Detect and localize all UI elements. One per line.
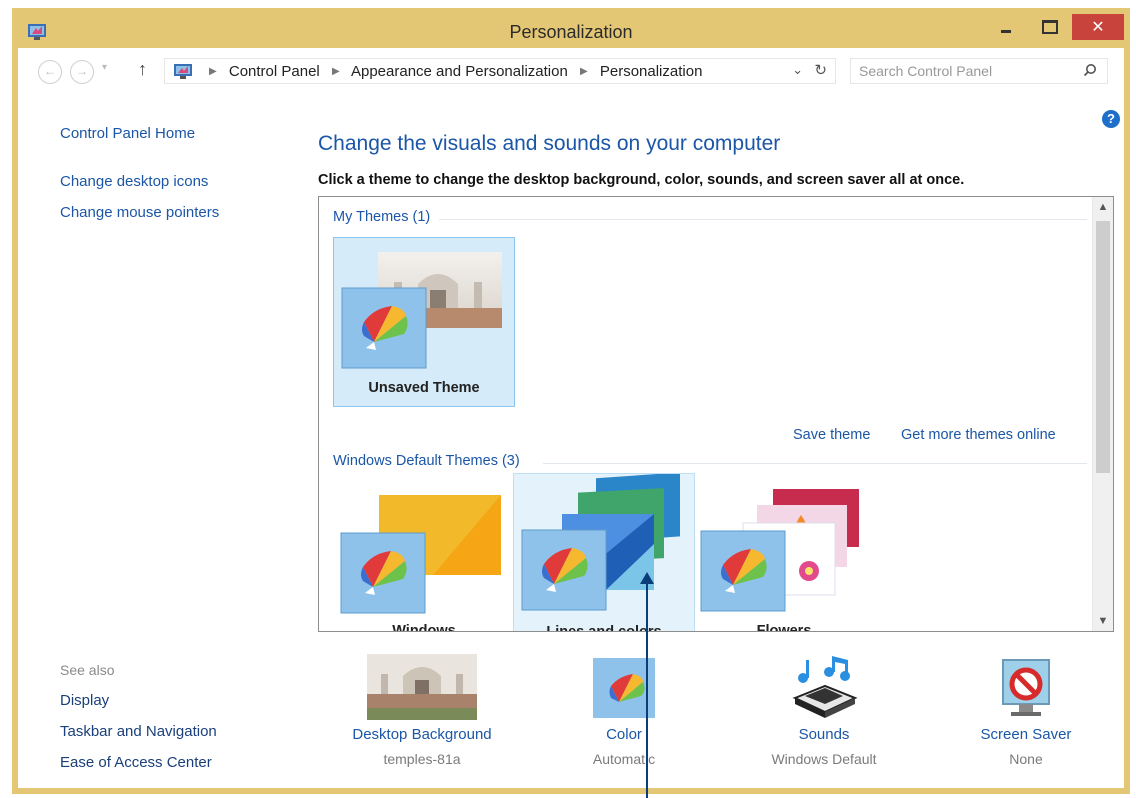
- get-more-themes-link[interactable]: Get more themes online: [901, 427, 1056, 443]
- chevron-down-icon: ⌄: [792, 62, 803, 77]
- close-icon: ✕: [1091, 19, 1105, 36]
- scroll-thumb[interactable]: [1096, 221, 1110, 473]
- control-panel-icon: [174, 64, 192, 79]
- refresh-button[interactable]: ↻: [814, 61, 827, 79]
- breadcrumb: ▶ Control Panel ▶ Appearance and Persona…: [201, 63, 702, 80]
- forward-arrow-icon: →: [76, 64, 88, 78]
- themes-scrollbar[interactable]: ▲ ▼: [1092, 197, 1113, 631]
- window-title: Personalization: [509, 22, 633, 42]
- chevron-down-icon: ▾: [102, 62, 108, 73]
- change-desktop-icons-link[interactable]: Change desktop icons: [60, 173, 208, 190]
- theme-name: Unsaved Theme: [368, 380, 480, 396]
- control-panel-home-link[interactable]: Control Panel Home: [60, 125, 195, 142]
- theme-lines-and-colors[interactable]: Lines and colors: [513, 473, 695, 632]
- default-themes-header: Windows Default Themes (3): [333, 453, 520, 469]
- theme-name: Lines and colors: [546, 624, 662, 632]
- theme-preview-image: [341, 252, 502, 369]
- desktop-background-button[interactable]: Desktop Background temples-81a: [332, 654, 512, 767]
- annotation-arrow-line: [646, 580, 648, 798]
- page-instructions: Click a theme to change the desktop back…: [318, 172, 965, 188]
- back-arrow-icon: ←: [44, 64, 56, 78]
- color-label[interactable]: Color: [534, 726, 714, 743]
- theme-name: Flowers: [756, 623, 812, 632]
- screen-saver-button[interactable]: Screen Saver None: [936, 654, 1116, 767]
- display-link[interactable]: Display: [60, 692, 109, 709]
- theme-preview-image: [340, 495, 501, 614]
- search-box[interactable]: [850, 58, 1108, 84]
- save-theme-link[interactable]: Save theme: [793, 427, 870, 443]
- sounds-value: Windows Default: [771, 751, 877, 767]
- search-input[interactable]: [851, 59, 1077, 83]
- navigation-bar: ← → ▾ ↑ ▶ Control Panel ▶ Appearance and…: [18, 48, 1124, 92]
- group-divider: [439, 219, 1087, 220]
- theme-unsaved[interactable]: Unsaved Theme: [333, 237, 515, 407]
- theme-preview-image: [700, 489, 859, 612]
- screen-saver-label[interactable]: Screen Saver: [936, 726, 1116, 743]
- my-themes-header: My Themes (1): [333, 209, 431, 225]
- up-arrow-icon: ↑: [138, 59, 147, 79]
- breadcrumb-control-panel[interactable]: Control Panel: [229, 63, 320, 80]
- sounds-button[interactable]: Sounds Windows Default: [734, 654, 914, 767]
- minimize-button[interactable]: [984, 14, 1028, 40]
- maximize-icon: [1042, 20, 1058, 34]
- theme-preview-image: [521, 474, 680, 611]
- maximize-button[interactable]: [1028, 14, 1072, 40]
- theme-windows[interactable]: Windows: [333, 481, 515, 632]
- breadcrumb-separator-icon[interactable]: ▶: [332, 66, 340, 77]
- ease-of-access-link[interactable]: Ease of Access Center: [60, 754, 212, 771]
- sounds-label[interactable]: Sounds: [734, 726, 914, 743]
- up-button[interactable]: ↑: [138, 59, 147, 80]
- back-button[interactable]: ←: [38, 60, 62, 84]
- change-mouse-pointers-link[interactable]: Change mouse pointers: [60, 204, 219, 221]
- address-bar[interactable]: ▶ Control Panel ▶ Appearance and Persona…: [164, 58, 836, 84]
- refresh-icon: ↻: [814, 62, 827, 79]
- theme-flowers[interactable]: Flowers: [693, 481, 875, 632]
- breadcrumb-separator-icon[interactable]: ▶: [580, 66, 588, 77]
- forward-button[interactable]: →: [70, 60, 94, 84]
- breadcrumb-separator-icon[interactable]: ▶: [209, 66, 217, 77]
- color-value: Automatic: [592, 751, 656, 767]
- recent-locations-dropdown[interactable]: ▾: [102, 62, 107, 73]
- themes-list: My Themes (1) Unsaved Theme Save theme G…: [318, 196, 1114, 632]
- close-button[interactable]: ✕: [1072, 14, 1124, 40]
- color-button[interactable]: Color Automatic: [534, 654, 714, 767]
- minimize-icon: [1001, 29, 1011, 33]
- theme-name: Windows: [392, 623, 456, 632]
- page-title: Change the visuals and sounds on your co…: [318, 132, 781, 155]
- screen-saver-icon: [1002, 659, 1050, 716]
- see-also-title: See also: [60, 662, 115, 678]
- breadcrumb-appearance[interactable]: Appearance and Personalization: [351, 63, 568, 80]
- personalization-window: Personalization ✕ ← → ▾ ↑ ▶ Control Pane…: [12, 8, 1130, 794]
- screen-saver-value: None: [1009, 751, 1043, 767]
- taskbar-navigation-link[interactable]: Taskbar and Navigation: [60, 723, 217, 740]
- sounds-icon: [792, 656, 858, 718]
- title-bar: Personalization ✕: [18, 14, 1124, 48]
- breadcrumb-personalization[interactable]: Personalization: [600, 63, 703, 80]
- chevron-down-icon[interactable]: ▼: [1093, 615, 1113, 627]
- search-icon[interactable]: [1083, 63, 1097, 77]
- address-dropdown-button[interactable]: ⌄: [792, 62, 803, 78]
- desktop-background-label[interactable]: Desktop Background: [332, 726, 512, 743]
- desktop-background-value: temples-81a: [383, 751, 461, 767]
- group-divider: [543, 463, 1087, 464]
- desktop-background-icon: [367, 654, 477, 720]
- chevron-up-icon[interactable]: ▲: [1093, 201, 1113, 213]
- help-icon[interactable]: ?: [1102, 110, 1120, 128]
